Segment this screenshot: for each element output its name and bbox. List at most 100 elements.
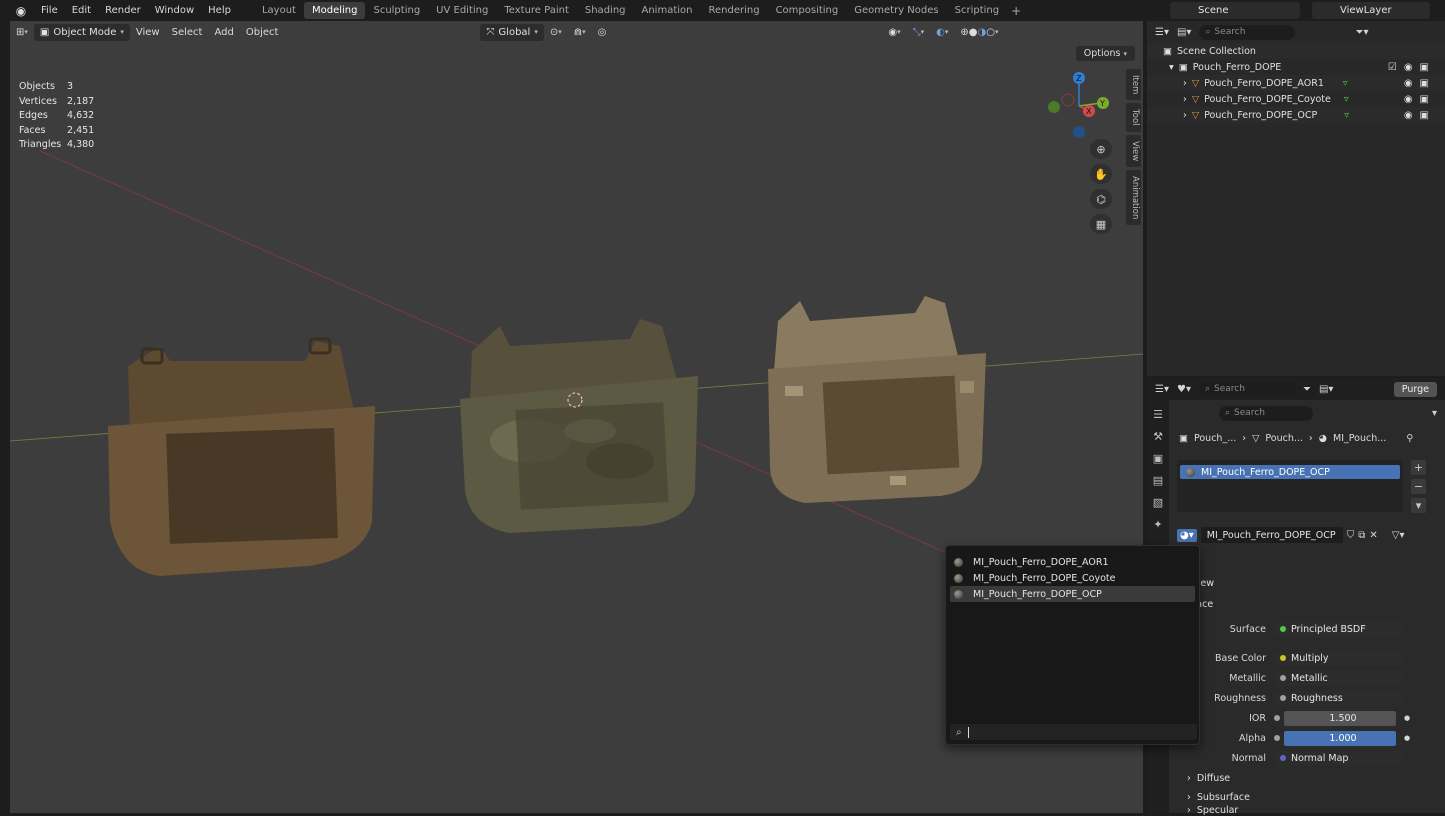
menu-object[interactable]: Object [240,27,285,38]
pan-hand-icon[interactable]: ✋ [1090,164,1112,184]
chevron-down-icon[interactable]: ▾ [1432,408,1437,419]
duplicate-icon[interactable]: ⧉ [1358,530,1365,541]
material-browse-icon[interactable]: ◕▾ [1177,528,1197,542]
outliner-search-input[interactable]: ⌕ Search [1199,24,1296,40]
gizmo-toggle-button[interactable]: ⤡ ▾ [907,27,931,38]
tool-icon[interactable]: ⚒ [1153,430,1163,443]
menu-help[interactable]: Help [201,5,238,16]
render-icon[interactable]: ▣ [1153,452,1163,465]
scene-icon[interactable]: ✦ [1153,518,1162,531]
tab-view[interactable]: View [1126,134,1141,168]
tab-geometry-nodes[interactable]: Geometry Nodes [846,2,946,19]
tab-shading[interactable]: Shading [577,2,634,19]
material-link-icon[interactable]: ▽▾ [1392,530,1405,541]
fake-user-shield-icon[interactable]: ⛉ [1347,530,1355,541]
material-slot-list[interactable]: MI_Pouch_Ferro_DOPE_OCP [1177,460,1403,512]
tree-row-object-coyote[interactable]: › ▽ Pouch_Ferro_DOPE_Coyote ▿ ◉ ▣ [1147,91,1445,107]
subsection-diffuse[interactable]: › Diffuse [1171,769,1230,787]
editor-type-icon[interactable]: ☰▾ [1155,384,1169,395]
subsection-subsurface[interactable]: › Subsurface [1171,788,1250,806]
tab-uv-editing[interactable]: UV Editing [428,2,496,19]
add-workspace-icon[interactable]: + [1007,4,1025,18]
menu-file[interactable]: File [34,5,65,16]
tree-row-scene-collection[interactable]: ▣ Scene Collection [1147,43,1445,59]
menu-select[interactable]: Select [166,27,209,38]
orphan-icon[interactable]: ▤▾ [1319,384,1333,395]
wireframe-shading-icon[interactable]: ⊕ [960,27,968,38]
blend-search-input[interactable]: ⌕ Search [1198,381,1295,397]
eye-icon[interactable]: ◉ [1404,78,1413,89]
proportional-edit-button[interactable]: ◎ [592,27,613,38]
tab-compositing[interactable]: Compositing [768,2,847,19]
chevron-right-icon[interactable]: › [1183,110,1187,121]
popup-search-input[interactable]: ⌕ [950,724,1197,740]
filter-icon[interactable]: ⏷▾ [1355,27,1368,38]
scene-selector[interactable]: Scene [1170,2,1300,19]
menu-edit[interactable]: Edit [65,5,98,16]
tab-tool[interactable]: Tool [1126,103,1141,132]
eye-icon[interactable]: ◉ [1404,62,1413,73]
metallic-field[interactable]: Metallic [1274,670,1402,686]
surface-section[interactable]: Surface [1171,595,1445,613]
blender-logo-icon[interactable]: ◉ [14,4,28,18]
checkbox-icon[interactable]: ☑ [1388,62,1397,73]
material-option-coyote[interactable]: MI_Pouch_Ferro_DOPE_Coyote [950,570,1195,586]
chevron-right-icon[interactable]: › [1183,78,1187,89]
material-shading-icon[interactable]: ◑ [978,27,987,38]
close-icon[interactable]: ✕ [1369,530,1377,541]
material-option-aor1[interactable]: MI_Pouch_Ferro_DOPE_AOR1 [950,554,1195,570]
camera-icon[interactable]: ▣ [1420,78,1429,89]
options-dropdown[interactable]: Options ▾ [1075,46,1135,61]
preview-section[interactable]: Preview [1171,574,1445,592]
camera-icon[interactable]: ⌬ [1090,189,1112,209]
visibility-button[interactable]: ◉ ▾ [882,27,906,38]
pin-icon[interactable]: ⚲ [1406,433,1413,444]
tab-sculpting[interactable]: Sculpting [365,2,428,19]
view-layer-icon[interactable]: ▧ [1153,496,1163,509]
tree-row-collection[interactable]: ▾ ▣ Pouch_Ferro_DOPE ☑ ◉ ▣ [1147,59,1445,75]
tab-scripting[interactable]: Scripting [947,2,1007,19]
ior-field[interactable]: 1.500 [1284,710,1396,726]
alpha-field[interactable]: 1.000 [1284,730,1396,746]
eye-icon[interactable]: ◉ [1404,110,1413,121]
normal-field[interactable]: Normal Map [1274,750,1402,766]
menu-window[interactable]: Window [148,5,201,16]
filter-icon[interactable]: ⏷ [1303,384,1311,395]
remove-slot-icon[interactable]: − [1411,479,1426,494]
tab-item[interactable]: Item [1126,69,1141,101]
keyframe-dot-icon[interactable]: ● [1404,734,1410,742]
roughness-field[interactable]: Roughness [1274,690,1402,706]
editor-type-icon[interactable]: ☰▾ [1155,27,1169,38]
tree-row-object-aor1[interactable]: › ▽ Pouch_Ferro_DOPE_AOR1 ▿ ◉ ▣ [1147,75,1445,91]
tree-row-object-ocp[interactable]: › ▽ Pouch_Ferro_DOPE_OCP ▿ ◉ ▣ [1147,107,1445,123]
surface-shader-field[interactable]: Principled BSDF [1274,621,1402,637]
tab-texture-paint[interactable]: Texture Paint [496,2,577,19]
blend-file-icon[interactable]: ♥▾ [1177,384,1191,395]
overlay-toggle-button[interactable]: ◐ ▾ [930,27,954,38]
orientation-dropdown[interactable]: ⤧ Global ▾ [480,23,544,41]
editor-type-icon[interactable]: ☰ [1153,408,1163,421]
snap-button[interactable]: ⋒ ▾ [568,27,592,38]
material-slot-selected[interactable]: MI_Pouch_Ferro_DOPE_OCP [1180,465,1400,479]
viewlayer-selector[interactable]: ViewLayer [1312,2,1430,19]
eye-icon[interactable]: ◉ [1404,94,1413,105]
output-icon[interactable]: ▤ [1153,474,1163,487]
tab-animation-side[interactable]: Animation [1126,170,1141,226]
material-option-ocp[interactable]: MI_Pouch_Ferro_DOPE_OCP [950,586,1195,602]
material-name-field[interactable]: MI_Pouch_Ferro_DOPE_OCP [1200,527,1343,543]
shading-buttons[interactable]: ⊕ ● ◑ ○ ▾ [954,27,1004,38]
keyframe-dot-icon[interactable]: ● [1404,714,1410,722]
purge-button[interactable]: Purge [1393,381,1437,397]
chevron-down-icon[interactable]: ▾ [1169,62,1174,73]
grid-perspective-icon[interactable]: ▦ [1090,214,1112,234]
editor-type-button[interactable]: ⊞ ▾ [10,27,34,38]
camera-icon[interactable]: ▣ [1420,110,1429,121]
display-mode-icon[interactable]: ▤▾ [1177,27,1191,38]
menu-view[interactable]: View [130,27,166,38]
subsection-specular[interactable]: › Specular [1171,805,1238,816]
camera-icon[interactable]: ▣ [1420,62,1429,73]
chevron-right-icon[interactable]: › [1183,94,1187,105]
tab-modeling[interactable]: Modeling [303,2,366,19]
tab-layout[interactable]: Layout [254,2,304,19]
base-color-field[interactable]: Multiply [1274,650,1402,666]
